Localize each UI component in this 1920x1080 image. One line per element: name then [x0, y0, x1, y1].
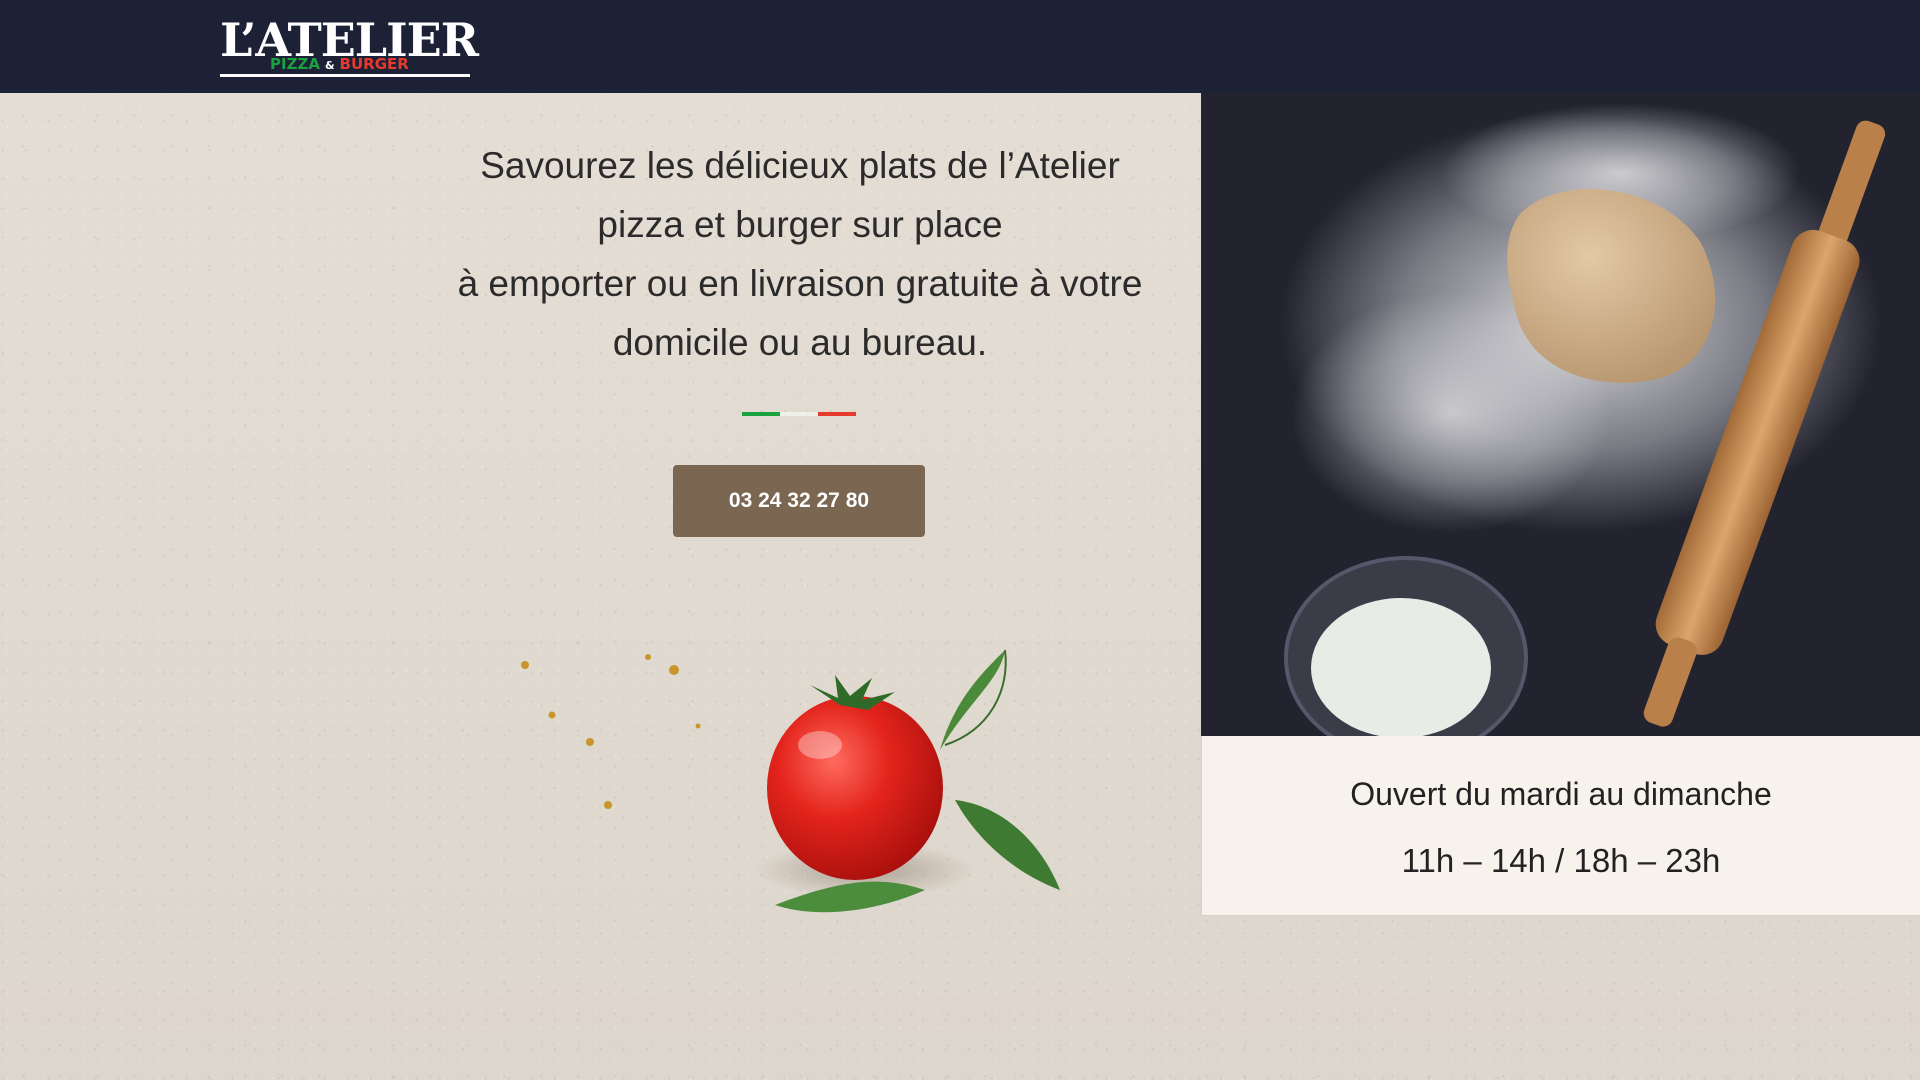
- seed-specks: [521, 654, 701, 809]
- site-logo[interactable]: L’ATELIER PIZZA & BURGER: [220, 12, 479, 80]
- tagline-line: pizza et burger sur place: [597, 204, 1003, 245]
- opening-days: Ouvert du mardi au dimanche: [1350, 776, 1772, 812]
- opening-hours-panel: Ouvert du mardi au dimanche 11h – 14h / …: [1201, 736, 1920, 916]
- flag-white: [780, 412, 818, 416]
- logo-sub-burger: BURGER: [339, 55, 409, 73]
- logo-sub-pizza: PIZZA: [270, 55, 320, 73]
- tomato-basil-illustration: [521, 649, 1060, 913]
- opening-times: 11h – 14h / 18h – 23h: [1401, 842, 1721, 879]
- site-header: L’ATELIER PIZZA & BURGER: [0, 0, 1920, 93]
- tagline-line: domicile ou au bureau.: [612, 322, 988, 363]
- flag-green: [742, 412, 780, 416]
- dough-photo-art: [1201, 93, 1920, 736]
- dough-rolling-pin-photo: [1201, 93, 1920, 736]
- italian-flag-divider: [742, 412, 856, 416]
- logo-sub-amp: &: [324, 59, 335, 72]
- hero-tagline: Savourez les délicieux plats de l’Atelie…: [400, 136, 1200, 372]
- phone-call-button[interactable]: 03 24 32 27 80: [673, 465, 925, 537]
- flag-red: [818, 412, 856, 416]
- tagline-line: à emporter ou en livraison gratuite à vo…: [457, 263, 1143, 304]
- tagline-line: Savourez les délicieux plats de l’Atelie…: [480, 145, 1120, 186]
- logo-subtitle: PIZZA & BURGER: [270, 56, 409, 74]
- logo-underline: [220, 74, 470, 77]
